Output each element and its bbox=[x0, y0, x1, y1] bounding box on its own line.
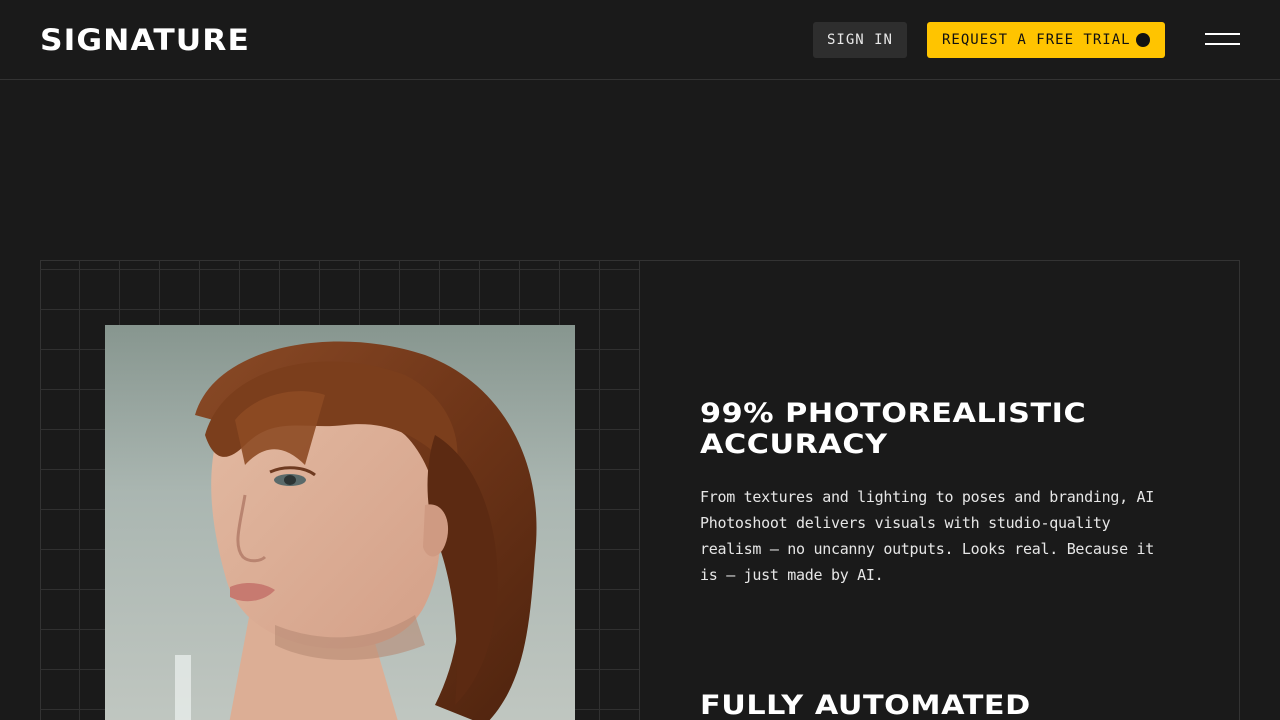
sign-in-label: SIGN IN bbox=[826, 32, 893, 48]
request-free-trial-button[interactable]: REQUEST A FREE TRIAL bbox=[927, 22, 1165, 58]
signature-logo[interactable]: SIGNATURE bbox=[40, 22, 250, 58]
menu-line bbox=[1205, 43, 1240, 45]
portrait-photo bbox=[105, 325, 575, 720]
portrait-illustration bbox=[105, 325, 575, 720]
menu-line bbox=[1205, 33, 1240, 35]
feature-description: From textures and lighting to poses and … bbox=[700, 488, 1155, 584]
sign-in-button[interactable]: SIGN IN bbox=[813, 22, 907, 58]
request-free-trial-label: REQUEST A FREE TRIAL bbox=[942, 32, 1131, 48]
hamburger-menu-icon[interactable] bbox=[1200, 26, 1244, 54]
dot-icon bbox=[1136, 33, 1150, 47]
site-header: SIGNATURE SIGN IN REQUEST A FREE TRIAL bbox=[0, 0, 1280, 80]
feature-title: FULLY AUTOMATED bbox=[700, 690, 1031, 720]
feature-title: 99% PHOTOREALISTIC ACCURACY bbox=[700, 398, 1087, 460]
